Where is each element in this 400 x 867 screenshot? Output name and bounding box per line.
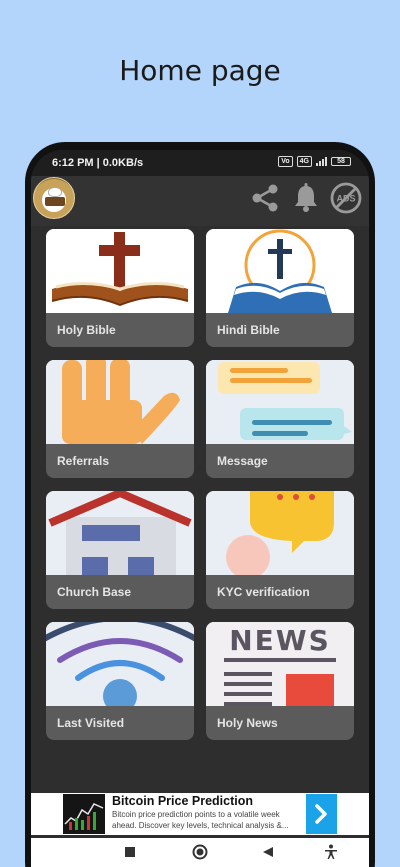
status-time: 6:12 PM | 0.0KB/s [52,157,144,169]
tile-label: KYC verification [217,585,310,599]
book-icon [45,197,65,206]
home-button-icon[interactable] [192,844,208,860]
tile-label: Message [217,454,268,468]
tile-label: Hindi Bible [217,323,280,337]
house-image [46,491,194,575]
network-badge: 4G [296,156,312,167]
ad-open-button[interactable] [306,794,337,834]
news-word: NEWS [229,624,331,657]
volte-badge: Vo [278,156,293,167]
tile-last-visited[interactable]: Last Visited [46,622,194,740]
cross-on-bible-image [46,229,194,313]
ad-thumbnail [63,794,105,834]
ad-banner[interactable]: Bitcoin Price Prediction Bitcoin price p… [31,793,369,835]
tile-holy-news[interactable]: NEWS Holy News [206,622,354,740]
tile-church-base[interactable]: Church Base [46,491,194,609]
speech-bubble-image [206,491,354,575]
cross-over-open-book-image [206,229,354,313]
wifi-signal-image [46,622,194,706]
status-indicators: Vo 4G 58 [278,156,351,167]
tile-message[interactable]: Message [206,360,354,478]
tile-label: Holy News [217,716,278,730]
newspaper-image: NEWS [206,622,354,706]
no-ads-text: ADS [336,194,355,204]
app-screen: 6:12 PM | 0.0KB/s Vo 4G 58 ADS Holy Bibl… [31,150,369,867]
dove-icon [49,188,61,196]
chat-bubbles-image [206,360,354,444]
tile-kyc-verification[interactable]: KYC verification [206,491,354,609]
app-bar: ADS [31,176,369,226]
back-button-icon[interactable] [262,846,274,858]
ad-title: Bitcoin Price Prediction [112,794,254,808]
tile-referrals[interactable]: Referrals [46,360,194,478]
tile-hindi-bible[interactable]: Hindi Bible [206,229,354,347]
tile-label: Last Visited [57,716,125,730]
no-ads-icon[interactable]: ADS [329,181,363,215]
tile-label: Church Base [57,585,132,599]
page-heading: Home page [119,54,281,87]
signal-icon [316,157,327,166]
tile-label: Holy Bible [57,323,116,337]
accessibility-icon[interactable] [324,844,338,860]
bible-study-logo-icon[interactable] [33,177,75,219]
ad-description: Bitcoin price prediction points to a vol… [112,810,289,830]
recents-button-icon[interactable] [124,846,136,858]
system-nav-bar [31,838,369,867]
status-bar: 6:12 PM | 0.0KB/s Vo 4G 58 [31,150,369,176]
notification-bell-icon[interactable] [289,181,323,215]
chevron-right-icon [315,804,327,824]
battery-indicator: 58 [331,157,351,166]
raised-hand-image [46,360,194,444]
tile-holy-bible[interactable]: Holy Bible [46,229,194,347]
share-icon[interactable] [248,181,282,215]
tile-label: Referrals [57,454,110,468]
